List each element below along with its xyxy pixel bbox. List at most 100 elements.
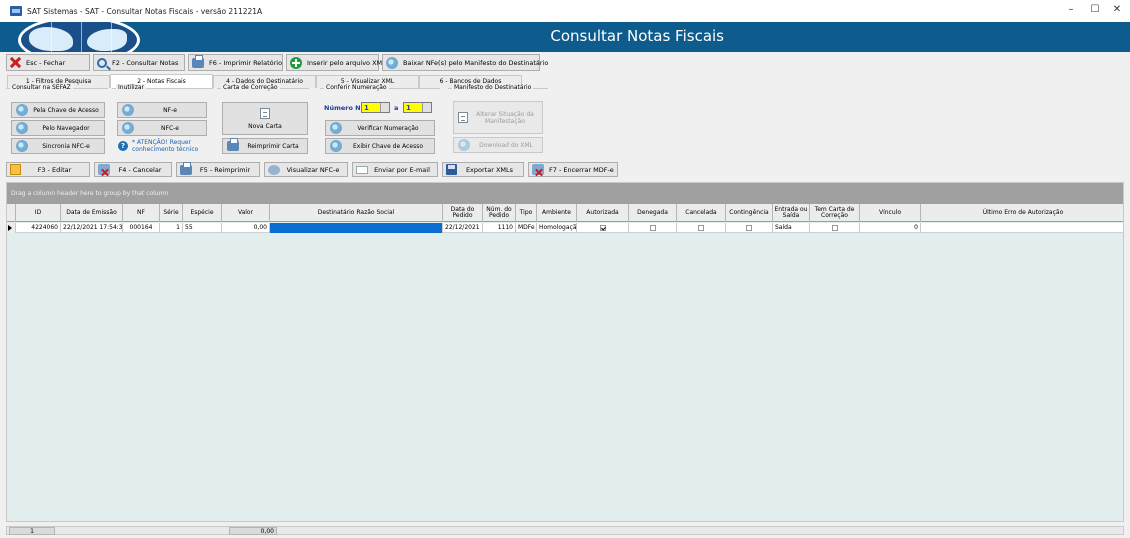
table-row[interactable]: 4224060 22/12/2021 17:54:37 000164 1 55 … — [7, 223, 1123, 233]
printer-icon — [192, 54, 204, 68]
cell-ultimo-erro[interactable] — [921, 223, 1123, 233]
window-title: SAT Sistemas - SAT - Consultar Notas Fis… — [27, 6, 263, 16]
col-nf[interactable]: NF — [123, 204, 160, 222]
app-icon — [10, 6, 22, 16]
cancel-icon — [98, 164, 110, 175]
close-button[interactable]: Esc - Fechar — [6, 54, 90, 71]
col-ambiente[interactable]: Ambiente — [537, 204, 577, 222]
printer-icon — [180, 161, 192, 175]
col-destinatario[interactable]: Destinatário Razão Social — [270, 204, 443, 222]
col-tipo[interactable]: Tipo — [516, 204, 537, 222]
maximize-button[interactable]: ☐ — [1088, 4, 1102, 15]
col-num-pedido[interactable]: Núm. do Pedido — [483, 204, 516, 222]
view-nfce-button[interactable]: Visualizar NFC-e — [264, 162, 348, 177]
cell-data-emissao[interactable]: 22/12/2021 17:54:37 — [61, 223, 123, 233]
col-especie[interactable]: Espécie — [183, 204, 222, 222]
group-consultar-sefaz: Consultar na SEFAZ Pela Chave de Acesso … — [6, 84, 108, 156]
col-carta-correcao[interactable]: Tem Carta de Correção — [810, 204, 860, 222]
col-serie[interactable]: Série — [160, 204, 183, 222]
col-valor[interactable]: Valor — [222, 204, 270, 222]
close-window-button[interactable]: ✕ — [1110, 4, 1124, 15]
col-autorizada[interactable]: Autorizada — [577, 204, 629, 222]
spin-arrows-icon[interactable] — [380, 103, 389, 112]
cell-ambiente[interactable]: Homologação — [537, 223, 577, 233]
checkbox-icon[interactable] — [831, 224, 838, 231]
cell-tipo[interactable]: MDFe — [516, 223, 537, 233]
edit-document-icon — [458, 112, 468, 123]
globe-logo-icon — [18, 22, 140, 52]
edit-button[interactable]: F3 - Editar — [6, 162, 90, 177]
cell-contingencia[interactable] — [726, 223, 773, 233]
globe-icon — [16, 122, 28, 134]
verify-number-button[interactable]: Verificar Numeração — [325, 120, 435, 136]
cell-especie[interactable]: 55 — [183, 223, 222, 233]
globe-icon — [330, 140, 342, 152]
cell-entrada-saida[interactable]: Saída — [773, 223, 810, 233]
add-icon — [290, 56, 302, 69]
cell-vinculo[interactable]: 0 — [860, 223, 921, 233]
col-denegada[interactable]: Denegada — [629, 204, 677, 222]
row-selector-header[interactable] — [7, 204, 16, 222]
nf-from-input[interactable]: 1 — [361, 102, 390, 113]
reprint-button[interactable]: F5 - Reimprimir — [176, 161, 260, 177]
col-entrada-saida[interactable]: Entrada ou Saída — [773, 204, 810, 222]
col-vinculo[interactable]: Vínculo — [860, 204, 921, 222]
col-data-emissao[interactable]: Data de Emissão — [61, 204, 123, 222]
checkbox-icon[interactable] — [649, 224, 656, 231]
insert-xml-button[interactable]: Inserir pelo arquivo XML — [286, 54, 386, 71]
grid-footer: 1 0,00 — [6, 526, 1124, 535]
download-xml-button[interactable]: Download do XML — [453, 137, 543, 153]
print-report-button[interactable]: F6 - Imprimir Relatório — [188, 54, 283, 71]
change-manifest-status-button[interactable]: Alterar Situação da Manifestação — [453, 101, 543, 134]
cancel-button[interactable]: F4 - Cancelar — [94, 162, 172, 177]
cell-autorizada[interactable] — [577, 223, 629, 233]
minimize-button[interactable]: – — [1064, 4, 1078, 15]
checkbox-icon[interactable] — [746, 224, 752, 231]
col-id[interactable]: ID — [16, 204, 61, 222]
cell-destinatario[interactable] — [270, 223, 443, 233]
row-indicator[interactable] — [7, 223, 16, 233]
printer-icon — [227, 138, 239, 151]
globe-icon — [16, 104, 28, 116]
globe-icon — [16, 140, 28, 152]
globe-icon — [122, 104, 134, 116]
download-manifest-button[interactable]: Baixar NFe(s) pelo Manifesto do Destinat… — [382, 54, 548, 71]
reprint-letter-button[interactable]: Reimprimir Carta — [222, 138, 308, 154]
notes-grid: Drag a column header here to group by th… — [6, 182, 1124, 522]
group-by-panel[interactable]: Drag a column header here to group by th… — [7, 183, 1123, 204]
notes-toolbar: F3 - Editar F4 - Cancelar F5 - Reimprimi… — [6, 161, 618, 177]
globe-icon — [458, 139, 470, 151]
col-cancelada[interactable]: Cancelada — [677, 204, 726, 222]
inutilizar-nfce-button[interactable]: NFC-e — [117, 120, 207, 136]
export-xml-button[interactable]: Exportar XMLs — [442, 162, 524, 177]
consult-by-key-button[interactable]: Pela Chave de Acesso — [11, 102, 105, 118]
sync-nfce-button[interactable]: Sincronia NFC-e — [11, 138, 105, 154]
cell-valor[interactable]: 0,00 — [222, 223, 270, 233]
cell-num-pedido[interactable]: 1110 — [483, 223, 516, 233]
close-mdfe-button[interactable]: F7 - Encerrar MDF-e — [528, 162, 618, 177]
show-access-key-button[interactable]: Exibir Chave de Acesso — [325, 138, 435, 154]
cell-id[interactable]: 4224060 — [16, 223, 61, 233]
col-ultimo-erro[interactable]: Último Erro de Autorização — [921, 204, 1123, 222]
checkbox-checked-icon[interactable] — [599, 224, 606, 231]
spin-arrows-icon[interactable] — [422, 103, 431, 112]
cell-carta-correcao[interactable] — [810, 223, 860, 233]
globe-icon — [330, 122, 342, 134]
cell-denegada[interactable] — [629, 223, 677, 233]
inutilizar-nfe-button[interactable]: NF-e — [117, 102, 207, 118]
col-data-pedido[interactable]: Data do Pedido — [443, 204, 483, 222]
cell-cancelada[interactable] — [677, 223, 726, 233]
cell-nf[interactable]: 000164 — [123, 223, 160, 233]
consult-browser-button[interactable]: Pelo Navegador — [11, 120, 105, 136]
send-email-button[interactable]: Enviar por E-mail — [352, 162, 438, 177]
edit-icon — [10, 164, 21, 175]
new-letter-button[interactable]: Nova Carta — [222, 102, 308, 135]
col-contingencia[interactable]: Contingência — [726, 204, 773, 222]
nf-to-input[interactable]: 1 — [403, 102, 432, 113]
consult-notes-button[interactable]: F2 - Consultar Notas — [93, 54, 185, 71]
checkbox-icon[interactable] — [698, 224, 704, 231]
cell-data-pedido[interactable]: 22/12/2021 — [443, 223, 483, 233]
save-icon — [446, 164, 457, 175]
cell-serie[interactable]: 1 — [160, 223, 183, 233]
main-toolbar: Esc - Fechar F2 - Consultar Notas F6 - I… — [6, 54, 548, 71]
